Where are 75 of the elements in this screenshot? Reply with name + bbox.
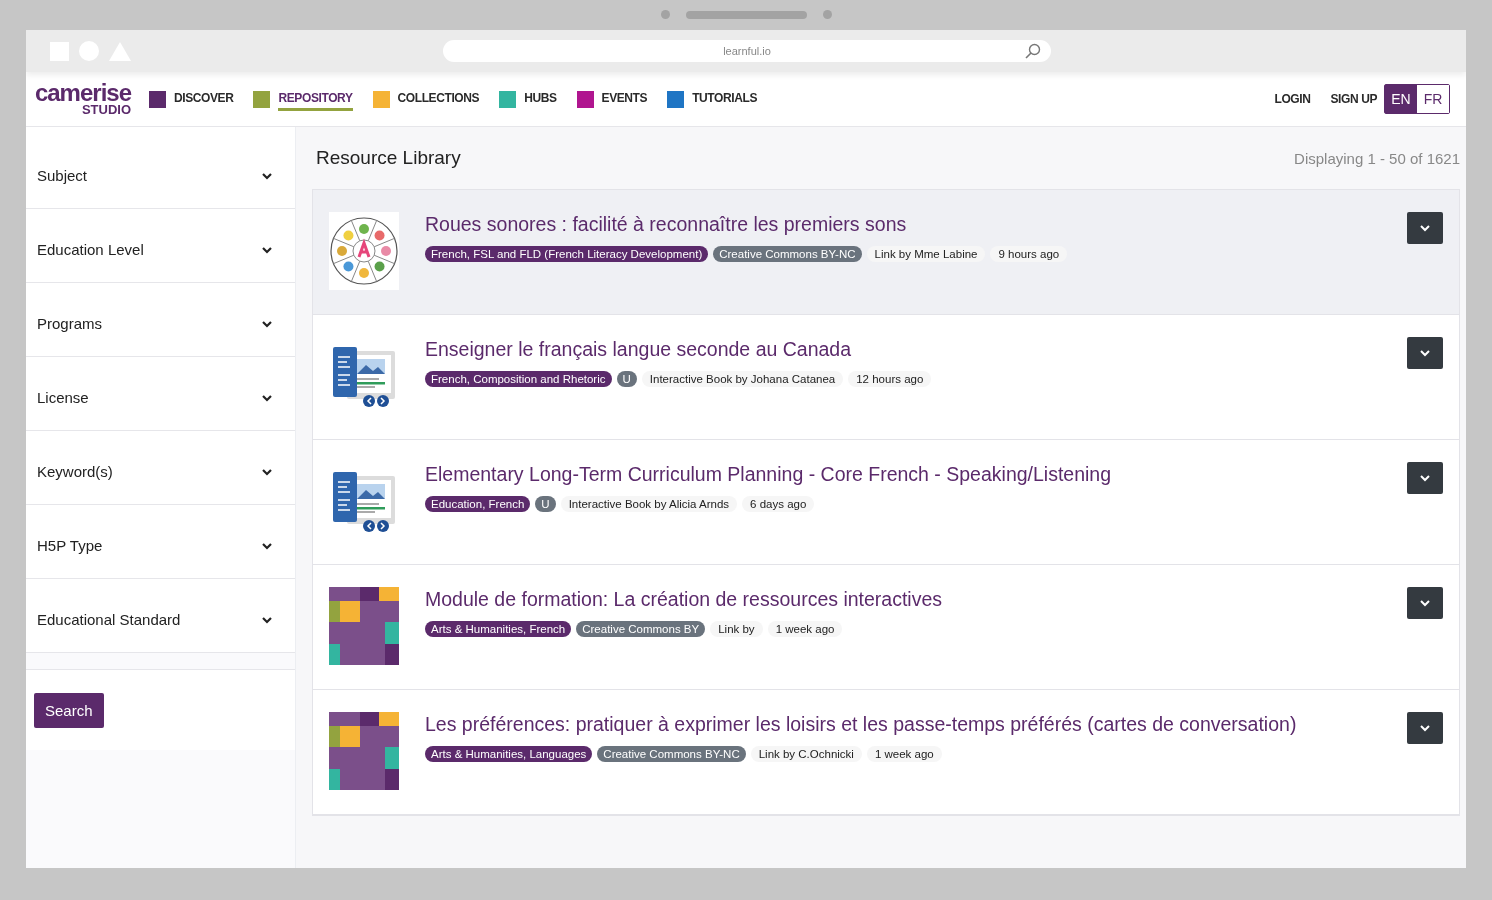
subject-tag: French, FSL and FLD (French Literacy Development) xyxy=(425,246,709,262)
nav-link[interactable]: DISCOVER xyxy=(149,87,234,111)
chevron-down-icon xyxy=(261,541,273,550)
language-toggle[interactable]: EN xyxy=(1385,85,1417,113)
meta-label: Interactive Book by Johana Catanea xyxy=(641,371,844,387)
filter-dropdown[interactable]: Keyword(s) xyxy=(26,431,295,505)
account-link[interactable]: LOGIN xyxy=(1274,92,1311,106)
license-tag: Creative Commons BY-NC xyxy=(713,246,862,262)
chevron-down-icon xyxy=(261,393,273,402)
meta-label: 9 hours ago xyxy=(990,246,1068,262)
filter-label: H5P Type xyxy=(37,537,103,554)
filter-label: Educational Standard xyxy=(37,611,181,628)
meta-label: Link by Mme Labine xyxy=(866,246,986,262)
license-tag: U xyxy=(535,496,556,512)
chevron-down-icon xyxy=(1419,599,1431,607)
chevron-down-icon xyxy=(1419,474,1431,482)
resource-title-link[interactable]: Module de formation: La création de ressources interactives xyxy=(425,588,1381,611)
filter-dropdown[interactable]: Programs xyxy=(26,283,295,357)
search-icon xyxy=(1025,43,1041,59)
chevron-down-icon xyxy=(261,245,273,254)
chevron-down-icon xyxy=(261,467,273,476)
chevron-down-icon xyxy=(1419,224,1431,232)
account-link[interactable]: SIGN UP xyxy=(1330,92,1377,106)
meta-label: 1 week ago xyxy=(866,746,942,762)
nav-link[interactable]: TUTORIALS xyxy=(667,87,757,111)
filter-dropdown[interactable]: H5P Type xyxy=(26,505,295,579)
meta-label: 12 hours ago xyxy=(848,371,932,387)
expand-button[interactable] xyxy=(1407,212,1443,244)
filter-dropdown[interactable]: Subject xyxy=(26,135,295,209)
subject-tag: Arts & Humanities, Languages xyxy=(425,746,593,762)
filter-label: Education Level xyxy=(37,241,144,258)
search-button[interactable]: Search xyxy=(34,693,104,728)
license-tag: Creative Commons BY-NC xyxy=(597,746,746,762)
expand-button[interactable] xyxy=(1407,712,1443,744)
logo-subtitle: STUDIO xyxy=(81,103,131,116)
filter-dropdown[interactable]: Educational Standard xyxy=(26,579,295,653)
meta-label: Link by xyxy=(710,621,763,637)
logo-wordmark: camerise xyxy=(34,82,131,104)
result-count: Displaying 1 - 50 of 1621 xyxy=(1294,149,1460,167)
resource-title-link[interactable]: Les préférences: pratiquer à exprimer les loisirs et les passe-temps préférés (cartes de conversation) xyxy=(425,713,1381,736)
address-bar[interactable]: learnful.io xyxy=(443,40,1051,62)
meta-label: 6 days ago xyxy=(742,496,815,512)
filter-label: License xyxy=(37,389,89,406)
filter-dropdown[interactable]: Education Level xyxy=(26,209,295,283)
chevron-down-icon xyxy=(261,319,273,328)
expand-button[interactable] xyxy=(1407,462,1443,494)
page-title: Resource Library xyxy=(316,147,461,169)
nav-link[interactable]: COLLECTIONS xyxy=(372,87,480,111)
chevron-down-icon xyxy=(1419,724,1431,732)
subject-tag: Education, French xyxy=(425,496,531,512)
meta-label: 1 week ago xyxy=(767,621,843,637)
chevron-down-icon xyxy=(261,171,273,180)
resource-title-link[interactable]: Elementary Long-Term Curriculum Planning - Core French - Speaking/Listening xyxy=(425,463,1381,486)
camera-dot xyxy=(822,10,832,19)
filter-label: Subject xyxy=(37,167,88,184)
resource-title-link[interactable]: Enseigner le français langue seconde au Canada xyxy=(425,338,1381,361)
camera-dot xyxy=(660,10,670,19)
subject-tag: French, Composition and Rhetoric xyxy=(425,371,612,387)
meta-label: Link by C.Ochnicki xyxy=(750,746,862,762)
nav-link[interactable]: REPOSITORY xyxy=(253,87,353,111)
expand-button[interactable] xyxy=(1407,587,1443,619)
resource-title-link[interactable]: Roues sonores : facilité à reconnaître les premiers sons xyxy=(425,213,1381,236)
nav-link[interactable]: HUBS xyxy=(499,87,557,111)
filter-dropdown[interactable]: License xyxy=(26,357,295,431)
filter-label: Keyword(s) xyxy=(37,463,113,480)
subject-tag: Arts & Humanities, French xyxy=(425,621,572,637)
meta-label: Interactive Book by Alicia Arnds xyxy=(560,496,738,512)
license-tag: Creative Commons BY xyxy=(576,621,706,637)
nav-link[interactable]: EVENTS xyxy=(576,87,648,111)
chevron-down-icon xyxy=(1419,349,1431,357)
chevron-down-icon xyxy=(261,615,273,624)
url-text: learnful.io xyxy=(723,45,771,57)
license-tag: U xyxy=(616,371,637,387)
filter-label: Programs xyxy=(37,315,103,332)
expand-button[interactable] xyxy=(1407,337,1443,369)
